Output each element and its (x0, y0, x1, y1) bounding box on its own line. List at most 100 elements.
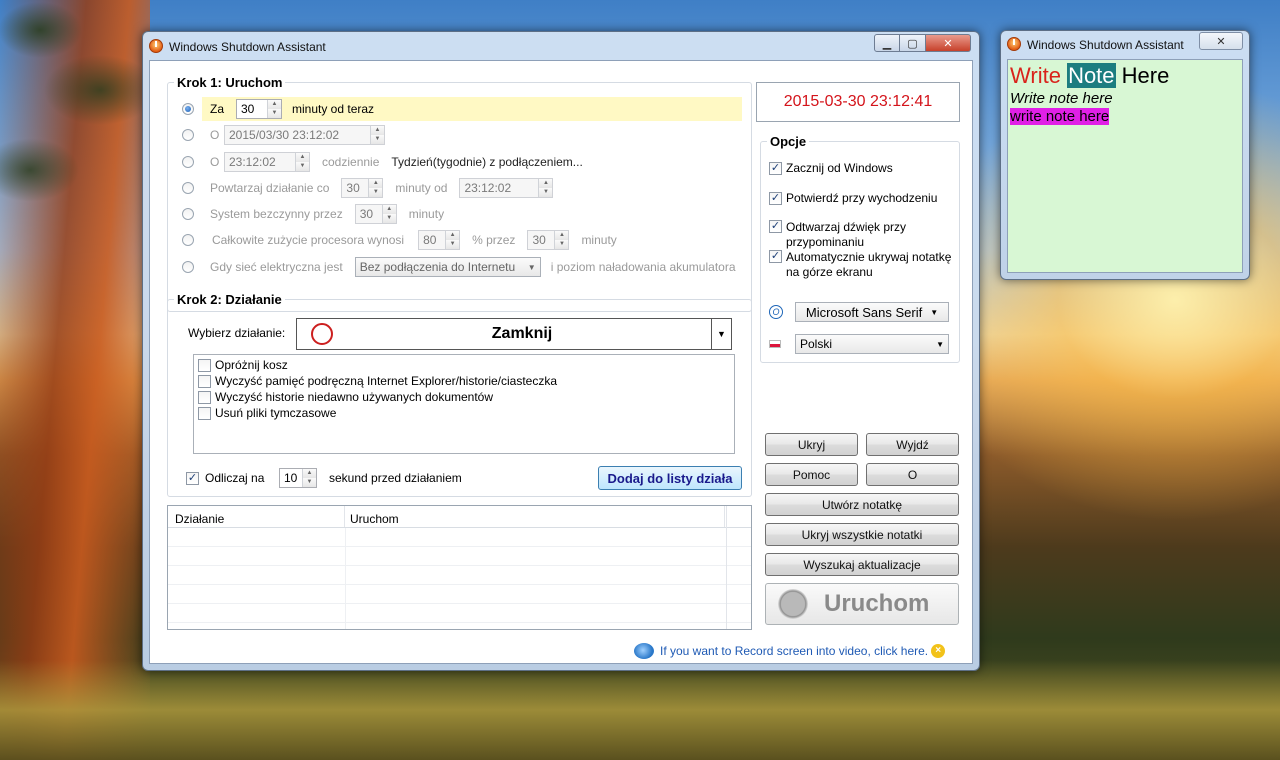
run-option-row-idle: System bezczynny przez 30 ▲ ▼ minuty (182, 202, 444, 226)
add-to-list-button[interactable]: Dodaj do listy działa (598, 466, 742, 490)
table-column-divider (345, 528, 346, 629)
note-line-1: Write Note Here (1010, 63, 1170, 88)
task-clear-ie: Wyczyść pamięć podręczną Internet Explor… (198, 374, 557, 388)
clock-icon (778, 589, 808, 619)
run-button[interactable]: Uruchom (765, 583, 959, 625)
close-icon[interactable]: × (931, 644, 946, 658)
choose-action-label: Wybierz działanie: (188, 326, 286, 340)
main-window-title: Windows Shutdown Assistant (169, 40, 326, 54)
desktop-wallpaper-foreground (0, 660, 1280, 760)
note-body[interactable]: Write Note Here Write note here write no… (1007, 59, 1243, 273)
table-row (168, 604, 751, 623)
language-row: Polski ▼ (769, 334, 949, 354)
radio-power[interactable] (182, 261, 194, 273)
note-window: Windows Shutdown Assistant ✕ Write Note … (1000, 30, 1250, 280)
radio-at-datetime[interactable] (182, 129, 194, 141)
record-screen-link[interactable]: If you want to Record screen into video,… (660, 644, 928, 658)
table-row (168, 547, 751, 566)
repeat-minutes-stepper[interactable]: 30 ▲ ▼ (341, 178, 384, 198)
cpu-minutes-stepper[interactable]: 30 ▲ ▼ (527, 230, 570, 250)
hide-button[interactable]: Ukryj (765, 433, 858, 456)
countdown-stepper[interactable]: 10 ▲ ▼ (279, 468, 317, 488)
minimize-button[interactable]: ▁ (874, 34, 900, 52)
about-button[interactable]: O (866, 463, 959, 486)
font-row: O Microsoft Sans Serif ▼ (769, 302, 949, 322)
checkbox-start-with-windows[interactable]: ✓ (769, 161, 782, 175)
run-option-row-daily: O 23:12:02 ▲ ▼ codziennie Tydzień(tygodnie… (182, 150, 583, 174)
countdown-row: ✓ Odliczaj na 10 ▲ ▼ sekund przed działani… (186, 468, 462, 488)
option-confirm-exit: ✓ Potwierdź przy wychodzeniu (769, 191, 938, 205)
run-option-row-power: Gdy sieć elektryczna jest Bez podłączeni… (182, 255, 736, 279)
radio-cpu[interactable] (182, 234, 194, 246)
task-delete-temp: Usuń pliki tymczasowe (198, 406, 336, 420)
hide-all-notes-button[interactable]: Ukryj wszystkie notatki (765, 523, 959, 546)
chevron-down-icon: ▼ (711, 319, 731, 349)
datetime-picker[interactable]: 2015/03/30 23:12:02 ▲ ▼ (224, 125, 385, 145)
cpu-percent-stepper[interactable]: 80 ▲ ▼ (418, 230, 461, 250)
step1-title: Krok 1: Uruchom (174, 75, 286, 90)
checkbox-confirm-exit[interactable]: ✓ (769, 191, 782, 205)
radio-daily[interactable] (182, 156, 194, 168)
main-client-area: Krok 1: Uruchom Za 30 ▲ ▼ minuty od teraz … (149, 60, 973, 664)
run-option-row-at-datetime: O 2015/03/30 23:12:02 ▲ ▼ (182, 123, 385, 147)
font-icon: O (769, 305, 783, 319)
option-play-sound: ✓ Odtwarzaj dźwięk przy przypominaniu (769, 220, 907, 249)
record-screen-link-row: If you want to Record screen into video,… (634, 643, 946, 659)
run-option-row-cpu: Całkowite zużycie procesora wynosi 80 ▲ ▼ … (182, 228, 617, 252)
note-window-title: Windows Shutdown Assistant (1027, 38, 1184, 52)
note-line-3: write note here (1010, 108, 1110, 125)
table-header: Działanie Uruchom (168, 506, 751, 528)
language-select[interactable]: Polski ▼ (795, 334, 949, 354)
close-button[interactable]: ✕ (926, 34, 971, 52)
task-empty-recycle: Opróżnij kosz (198, 358, 288, 372)
checkbox-clear-recent[interactable] (198, 390, 211, 404)
actions-table: Działanie Uruchom (167, 505, 752, 630)
checkbox-empty-recycle[interactable] (198, 358, 211, 372)
power-icon (311, 323, 333, 345)
main-window: Windows Shutdown Assistant ▁ ▢ ✕ Krok 1:… (142, 31, 980, 671)
poland-flag-icon (769, 340, 781, 348)
checkbox-auto-hide-note[interactable]: ✓ (769, 250, 782, 263)
column-header-action[interactable]: Działanie (168, 506, 345, 527)
radio-in-minutes[interactable] (182, 103, 194, 115)
video-camera-icon (634, 643, 654, 659)
repeat-time-picker[interactable]: 23:12:02 ▲ ▼ (459, 178, 554, 198)
checkbox-clear-ie[interactable] (198, 374, 211, 388)
exit-button[interactable]: Wyjdź (866, 433, 959, 456)
radio-idle[interactable] (182, 208, 194, 220)
checkbox-countdown[interactable]: ✓ (186, 471, 199, 485)
options-group: Opcje ✓ Zacznij od Windows ✓ Potwierdź p… (760, 134, 960, 363)
note-line-2: Write note here (1010, 90, 1113, 107)
power-state-select[interactable]: Bez podłączenia do Internetu ▼ (354, 257, 541, 277)
tasks-list: Opróżnij kosz Wyczyść pamięć podręczną I… (193, 354, 735, 454)
row1-label: Za (210, 102, 225, 116)
radio-repeat[interactable] (182, 182, 194, 194)
table-row (168, 528, 751, 547)
minutes-stepper[interactable]: 30 ▲ ▼ (236, 99, 282, 119)
option-start-with-windows: ✓ Zacznij od Windows (769, 161, 893, 175)
run-option-row-repeat: Powtarzaj działanie co 30 ▲ ▼ minuty od 23… (182, 176, 554, 200)
checkbox-play-sound[interactable]: ✓ (769, 220, 782, 233)
column-header-run[interactable]: Uruchom (345, 506, 725, 527)
step1-group: Krok 1: Uruchom Za 30 ▲ ▼ minuty od teraz … (167, 75, 752, 312)
app-power-icon (149, 39, 163, 53)
option-auto-hide-note: ✓ Automatycznie ukrywaj notatkę na górze… (769, 250, 952, 279)
check-updates-button[interactable]: Wyszukaj aktualizacje (765, 553, 959, 576)
options-title: Opcje (767, 134, 810, 149)
maximize-button[interactable]: ▢ (900, 34, 926, 52)
daily-time-picker[interactable]: 23:12:02 ▲ ▼ (224, 152, 310, 172)
run-option-row-in-minutes: Za 30 ▲ ▼ minuty od teraz (182, 97, 742, 121)
note-app-icon (1007, 37, 1021, 51)
action-select[interactable]: Zamknij ▼ (296, 318, 732, 350)
checkbox-delete-temp[interactable] (198, 406, 211, 420)
note-window-titlebar[interactable]: Windows Shutdown Assistant ✕ (1001, 31, 1249, 59)
idle-minutes-stepper[interactable]: 30 ▲ ▼ (354, 204, 397, 224)
main-window-titlebar[interactable]: Windows Shutdown Assistant ▁ ▢ ✕ (143, 32, 979, 60)
font-select[interactable]: Microsoft Sans Serif ▼ (795, 302, 949, 322)
help-button[interactable]: Pomoc (765, 463, 858, 486)
current-datetime-display: 2015-03-30 23:12:41 (756, 82, 960, 122)
weekly-link[interactable]: Tydzień(tygodnie) z podłączeniem... (391, 155, 582, 169)
table-column-divider (726, 506, 727, 629)
create-note-button[interactable]: Utwórz notatkę (765, 493, 959, 516)
note-close-button[interactable]: ✕ (1199, 32, 1243, 50)
